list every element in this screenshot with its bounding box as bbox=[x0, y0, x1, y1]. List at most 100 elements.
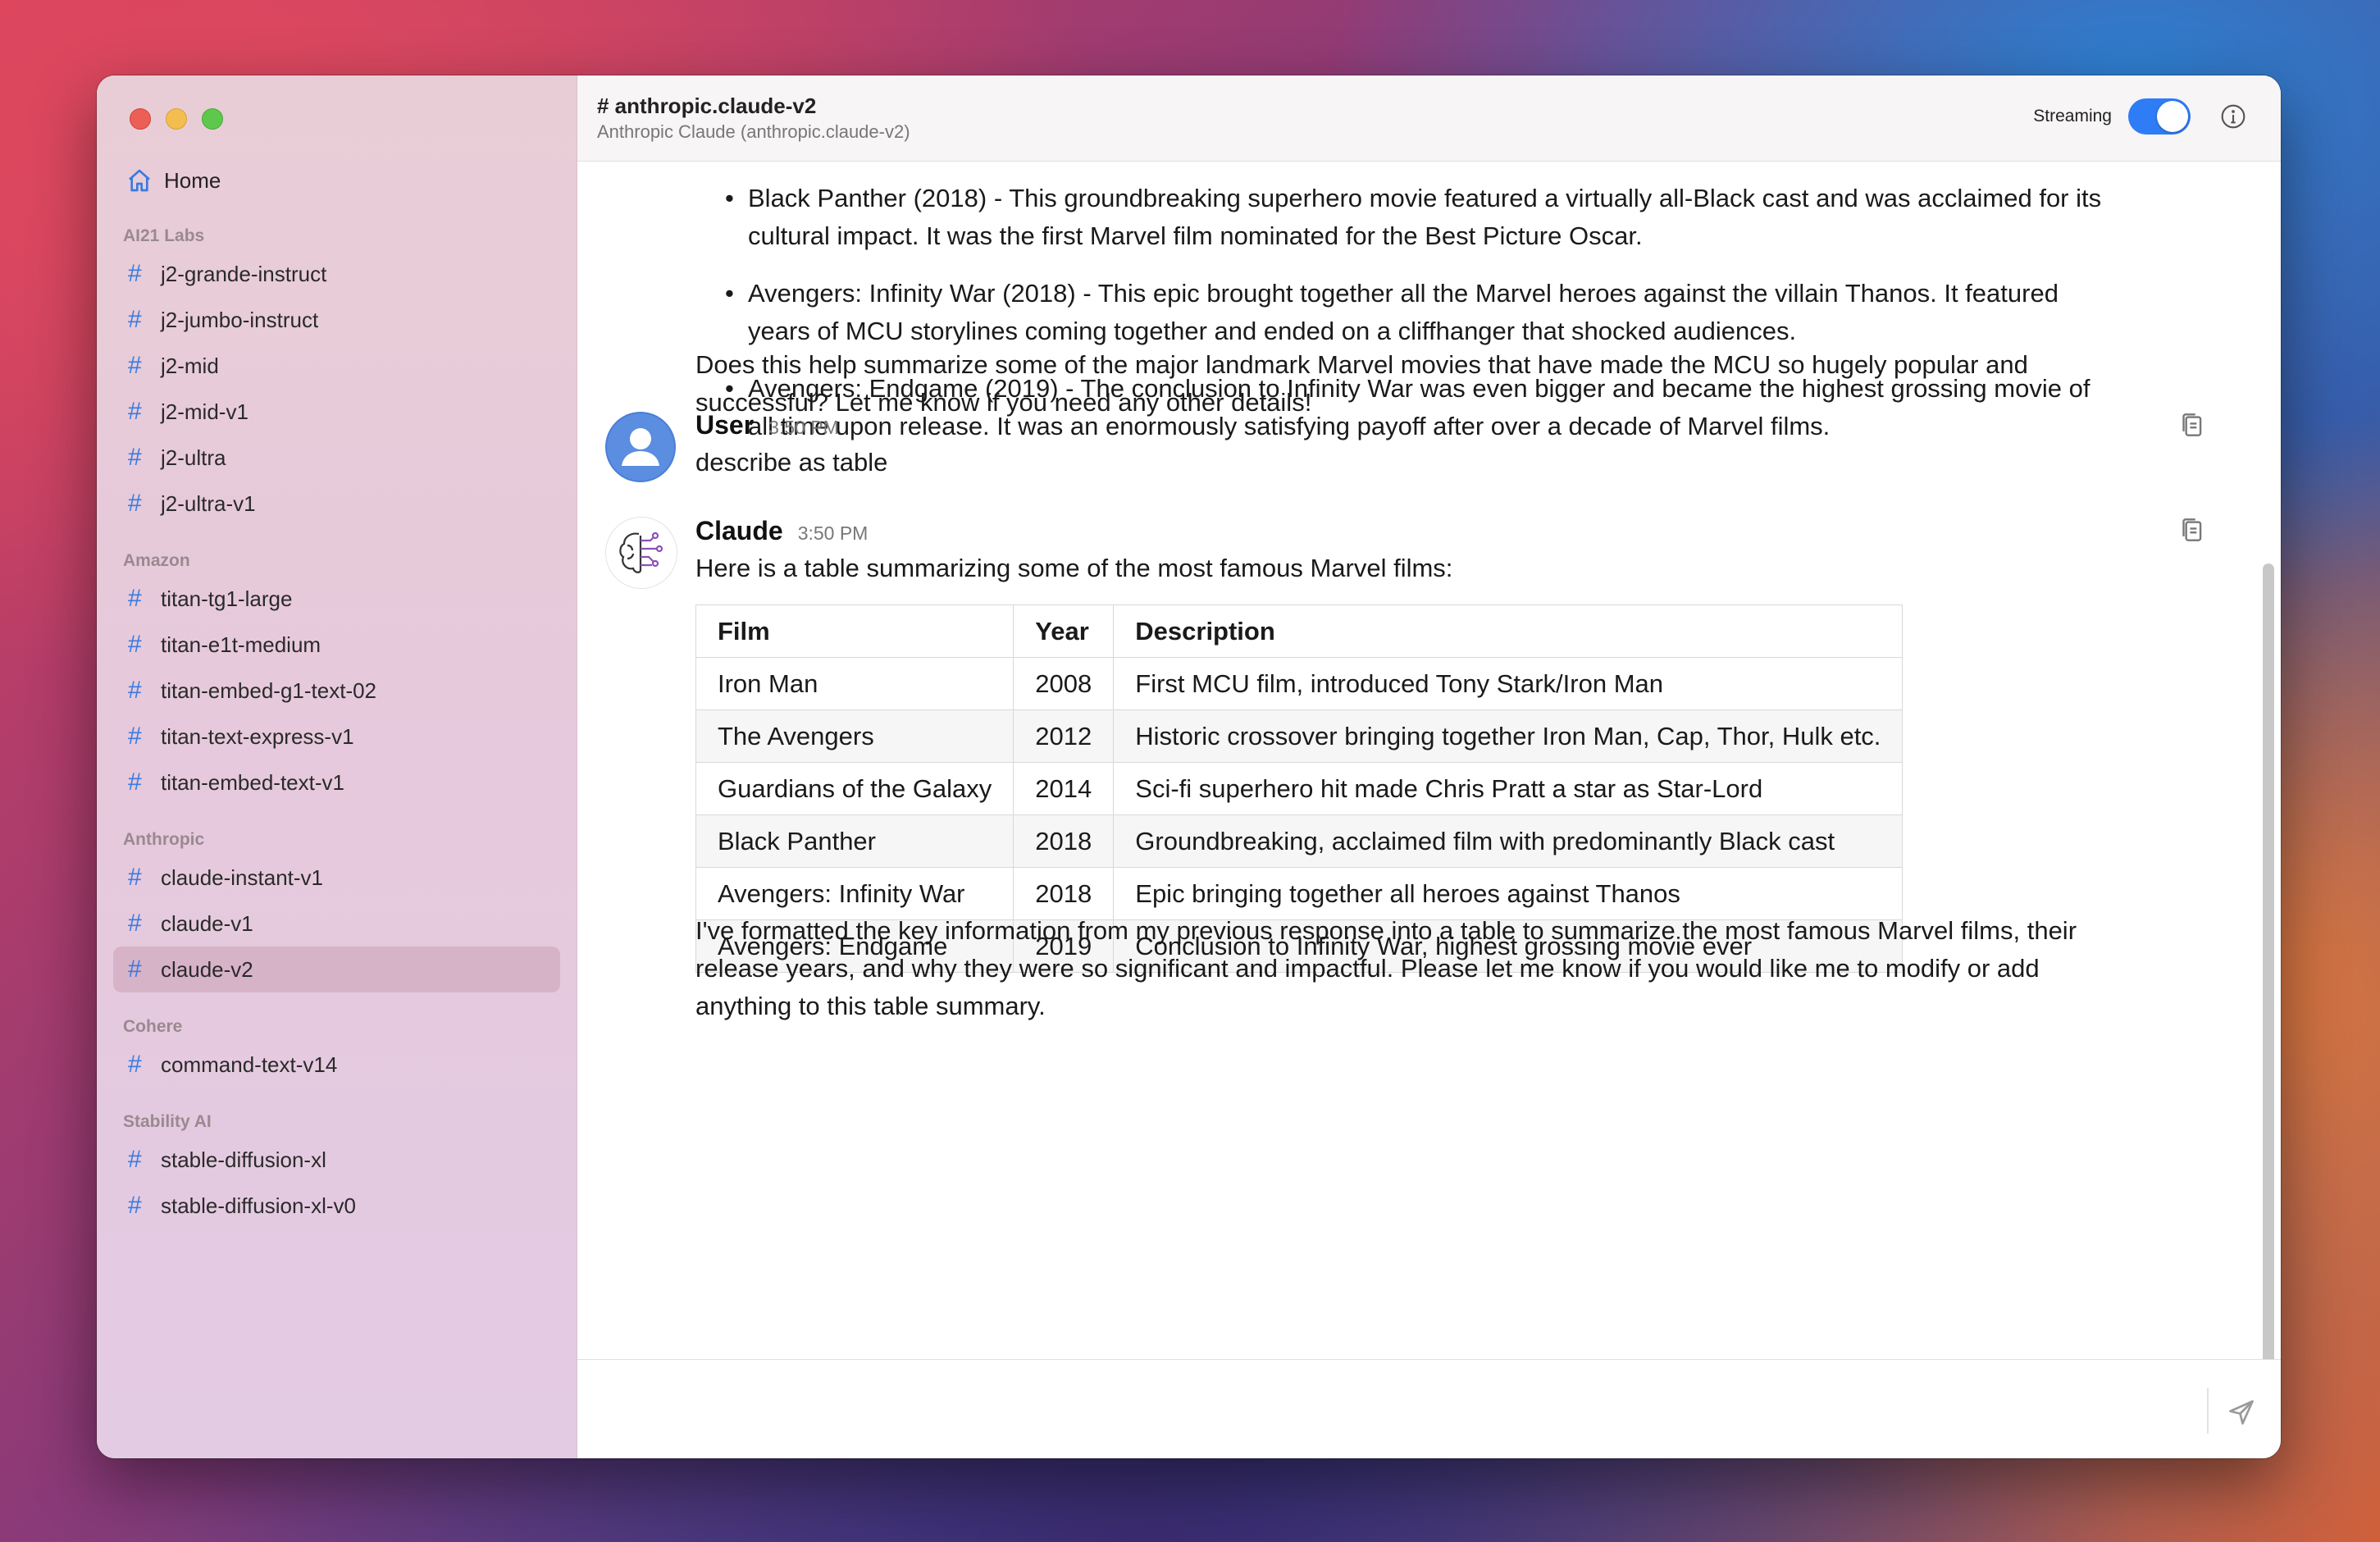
sidebar-item-titan-tg1-large[interactable]: # titan-tg1-large bbox=[113, 576, 560, 622]
hash-icon: # bbox=[128, 677, 142, 704]
table-cell: The Avengers bbox=[695, 709, 1014, 763]
message-composer bbox=[577, 1359, 2281, 1458]
previous-closing-text: Does this help summarize some of the maj… bbox=[695, 350, 2028, 417]
user-name: User bbox=[695, 410, 755, 440]
hash-icon: # bbox=[128, 1192, 142, 1219]
window-controls bbox=[130, 108, 223, 130]
chat-header: # anthropic.claude-v2 Anthropic Claude (… bbox=[577, 75, 2281, 162]
hash-icon: # bbox=[128, 398, 142, 425]
sidebar-item-claude-v2[interactable]: # claude-v2 bbox=[113, 947, 560, 992]
close-window-button[interactable] bbox=[130, 108, 151, 130]
list-item: Black Panther (2018) - This groundbreaki… bbox=[695, 180, 2106, 255]
hash-icon: # bbox=[128, 1051, 142, 1078]
claude-closing-text: I've formatted the key information from … bbox=[695, 916, 2077, 1020]
sidebar: Home AI21 Labs # j2-grande-instruct # j2-jum… bbox=[97, 75, 577, 1458]
sidebar-item-titan-e1t-medium[interactable]: # titan-e1t-medium bbox=[113, 622, 560, 668]
sidebar-group-label: Amazon bbox=[123, 551, 190, 570]
page-title: # anthropic.claude-v2 bbox=[597, 94, 817, 118]
sidebar-item-titan-text-express-v1[interactable]: # titan-text-express-v1 bbox=[113, 714, 560, 760]
sidebar-group-label: Cohere bbox=[123, 1017, 183, 1036]
table-cell: 2008 bbox=[1013, 657, 1115, 710]
sidebar-item-j2-grande-instruct[interactable]: # j2-grande-instruct bbox=[113, 251, 560, 297]
home-icon bbox=[129, 169, 150, 192]
sidebar-item-label: j2-ultra bbox=[161, 445, 226, 470]
person-icon bbox=[607, 413, 674, 481]
sidebar-item-claude-instant-v1[interactable]: # claude-instant-v1 bbox=[113, 855, 560, 901]
hash-icon: # bbox=[128, 352, 142, 379]
table-header-row: Film Year Description bbox=[695, 604, 1904, 658]
user-message-time: 3:50 PM bbox=[768, 417, 839, 438]
divider bbox=[2207, 1388, 2209, 1434]
table-row: The Avengers 2012 Historic crossover bring… bbox=[695, 709, 1904, 763]
table-cell: Iron Man bbox=[695, 657, 1014, 710]
scrollbar[interactable] bbox=[2263, 563, 2274, 1359]
zoom-window-button[interactable] bbox=[202, 108, 223, 130]
claude-avatar bbox=[605, 517, 677, 589]
sidebar-item-titan-embed-text-v1[interactable]: # titan-embed-text-v1 bbox=[113, 760, 560, 805]
hash-icon: # bbox=[128, 306, 142, 333]
user-message-text: describe as table bbox=[695, 448, 888, 477]
sidebar-item-claude-v1[interactable]: # claude-v1 bbox=[113, 901, 560, 947]
hash-icon: # bbox=[128, 723, 142, 750]
copy-icon[interactable] bbox=[2176, 409, 2207, 440]
sidebar-item-label: Home bbox=[164, 167, 221, 193]
sidebar-item-label: j2-ultra-v1 bbox=[161, 490, 256, 516]
sidebar-item-label: command-text-v14 bbox=[161, 1052, 338, 1077]
sidebar-item-j2-jumbo-instruct[interactable]: # j2-jumbo-instruct bbox=[113, 297, 560, 343]
sidebar-item-stable-diffusion-xl-v0[interactable]: # stable-diffusion-xl-v0 bbox=[113, 1183, 560, 1229]
table-row: Guardians of the Galaxy 2014 Sci-fi superh… bbox=[695, 762, 1904, 815]
message-input[interactable] bbox=[577, 1360, 2250, 1458]
list-item: Avengers: Infinity War (2018) - This epi… bbox=[695, 275, 2106, 350]
column-header: Year bbox=[1013, 604, 1115, 658]
hash-icon: # bbox=[128, 769, 142, 796]
claude-message-header: Claude 3:50 PM bbox=[695, 516, 868, 546]
hash-icon: # bbox=[128, 1146, 142, 1173]
table-row: Iron Man 2008 First MCU film, introduced T… bbox=[695, 657, 1904, 710]
sidebar-item-j2-ultra[interactable]: # j2-ultra bbox=[113, 435, 560, 481]
sidebar-item-label: titan-text-express-v1 bbox=[161, 723, 354, 749]
sidebar-item-label: j2-mid bbox=[161, 353, 219, 378]
send-icon[interactable] bbox=[2227, 1398, 2256, 1427]
sidebar-item-label: stable-diffusion-xl-v0 bbox=[161, 1193, 356, 1218]
hash-icon: # bbox=[128, 956, 142, 983]
sidebar-item-label: j2-grande-instruct bbox=[161, 261, 327, 286]
sidebar-group-label: AI21 Labs bbox=[123, 226, 205, 245]
user-avatar bbox=[605, 412, 676, 482]
sidebar-item-label: titan-e1t-medium bbox=[161, 632, 321, 657]
minimize-window-button[interactable] bbox=[166, 108, 187, 130]
hash-icon: # bbox=[128, 490, 142, 517]
hash-icon: # bbox=[128, 910, 142, 937]
info-icon[interactable] bbox=[2220, 103, 2246, 130]
sidebar-item-command-text-v14[interactable]: # command-text-v14 bbox=[113, 1042, 560, 1088]
streaming-toggle[interactable] bbox=[2128, 98, 2191, 135]
sidebar-item-label: claude-v2 bbox=[161, 956, 253, 982]
sidebar-item-label: claude-instant-v1 bbox=[161, 865, 323, 890]
claude-intro-text: Here is a table summarizing some of the … bbox=[695, 554, 1453, 582]
claude-message-time: 3:50 PM bbox=[797, 522, 869, 544]
sidebar-item-j2-mid-v1[interactable]: # j2-mid-v1 bbox=[113, 389, 560, 435]
table-cell: Black Panther bbox=[695, 814, 1014, 868]
sidebar-group-label: Stability AI bbox=[123, 1112, 212, 1131]
copy-icon[interactable] bbox=[2176, 514, 2207, 545]
table-cell: 2018 bbox=[1013, 814, 1115, 868]
sidebar-item-home[interactable]: Home bbox=[126, 167, 221, 194]
table-cell: 2012 bbox=[1013, 709, 1115, 763]
sidebar-item-label: titan-embed-g1-text-02 bbox=[161, 677, 377, 703]
model-list: AI21 Labs # j2-grande-instruct # j2-jumbo-in… bbox=[113, 221, 560, 1229]
claude-name: Claude bbox=[695, 516, 783, 545]
conversation-pane: Guardians of the Galaxy (2014) - This sc… bbox=[577, 162, 2281, 1359]
sidebar-group-label: Anthropic bbox=[123, 830, 205, 849]
hash-icon: # bbox=[128, 585, 142, 612]
table-cell: Historic crossover bringing together Iro… bbox=[1113, 709, 1904, 763]
brain-circuit-icon bbox=[619, 531, 663, 573]
sidebar-item-titan-embed-g1-text-02[interactable]: # titan-embed-g1-text-02 bbox=[113, 668, 560, 714]
sidebar-item-label: stable-diffusion-xl bbox=[161, 1147, 326, 1172]
sidebar-item-label: titan-embed-text-v1 bbox=[161, 769, 344, 795]
sidebar-item-stable-diffusion-xl[interactable]: # stable-diffusion-xl bbox=[113, 1137, 560, 1183]
sidebar-item-j2-ultra-v1[interactable]: # j2-ultra-v1 bbox=[113, 481, 560, 527]
table-row: Black Panther 2018 Groundbreaking, acclaim… bbox=[695, 814, 1904, 868]
hash-icon: # bbox=[128, 864, 142, 891]
hash-icon: # bbox=[128, 631, 142, 658]
column-header: Film bbox=[695, 604, 1014, 658]
sidebar-item-j2-mid[interactable]: # j2-mid bbox=[113, 343, 560, 389]
